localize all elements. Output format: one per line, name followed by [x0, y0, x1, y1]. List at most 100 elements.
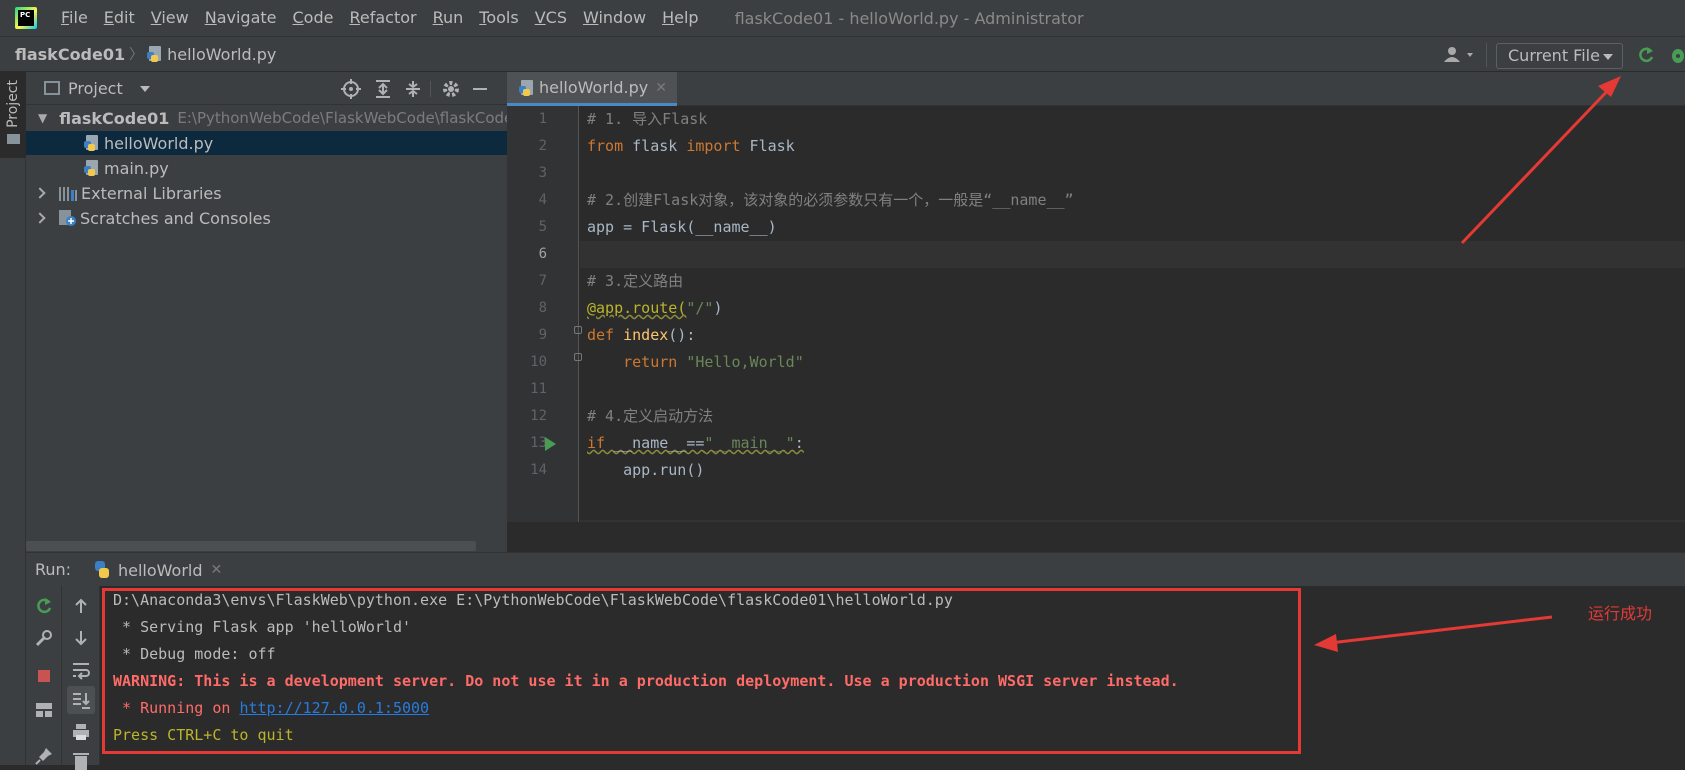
scroll-to-end-icon[interactable] [71, 690, 91, 710]
chevron-right-icon[interactable] [34, 187, 46, 199]
editor-tab-helloworld[interactable]: helloWorld.py ✕ [507, 72, 677, 106]
code-line-12: # 4.定义启动方法 [587, 407, 714, 425]
menu-run[interactable]: Run [425, 0, 472, 36]
close-icon[interactable]: ✕ [211, 562, 223, 578]
tree-file-label: main.py [104, 158, 169, 178]
code-token: __name__== [605, 434, 705, 452]
menu-navigate[interactable]: Navigate [197, 0, 285, 36]
navigation-bar: flaskCode01 〉 helloWorld.py Current File [0, 36, 1685, 72]
breadcrumb-project[interactable]: flaskCode01 [15, 45, 125, 64]
project-view-icon [44, 81, 60, 95]
expand-all-icon[interactable] [373, 79, 393, 99]
horizontal-scrollbar[interactable] [26, 541, 476, 551]
rerun-icon[interactable] [34, 596, 54, 616]
project-panel: Project ▼ flaskCode01 E:\PythonWebCode\F… [26, 72, 507, 552]
title-bar: PC File Edit View Navigate Code Refactor… [0, 0, 1685, 36]
run-configuration-select[interactable]: Current File [1496, 43, 1623, 69]
menu-vcs[interactable]: VCS [527, 0, 575, 36]
chevron-down-icon [1603, 54, 1613, 60]
run-tab-label: helloWorld [118, 560, 203, 580]
tree-row-main[interactable]: main.py [26, 156, 507, 180]
locate-target-icon[interactable] [341, 79, 361, 99]
chevron-right-icon[interactable] [34, 212, 46, 224]
run-tool-header: Run: helloWorld ✕ [26, 552, 1685, 586]
arrow-down-icon[interactable] [71, 628, 91, 648]
gear-icon[interactable] [441, 79, 461, 99]
project-panel-title[interactable]: Project [68, 79, 123, 98]
code-token: if [587, 434, 606, 452]
chevron-down-icon[interactable]: ▼ [38, 111, 47, 125]
trash-icon[interactable] [71, 750, 91, 770]
code-line-13: if __name__=="__main__": [587, 430, 804, 457]
tree-row-scratches[interactable]: Scratches and Consoles [26, 206, 507, 230]
minimize-icon[interactable] [473, 88, 487, 90]
tree-row-helloworld[interactable]: helloWorld.py [26, 131, 507, 155]
menu-edit[interactable]: Edit [96, 0, 143, 36]
debug-bug-icon[interactable] [1668, 45, 1685, 65]
scratches-icon [59, 210, 76, 226]
code-line-4: # 2.创建Flask对象，该对象的必须参数只有一个，一般是“__name__” [587, 191, 1074, 209]
python-file-icon [84, 135, 99, 151]
code-area[interactable]: # 1. 导入Flask from flask import Flask # 2… [507, 106, 1685, 522]
run-tab-helloworld[interactable]: helloWorld ✕ [92, 555, 252, 585]
run-toolbar-secondary [62, 586, 100, 770]
user-account-icon[interactable] [1443, 46, 1477, 64]
python-file-icon [519, 79, 534, 96]
tree-row-external-libraries[interactable]: External Libraries [26, 181, 507, 205]
arrow-up-icon[interactable] [71, 596, 91, 616]
menu-refactor[interactable]: Refactor [341, 0, 424, 36]
code-token: (): [668, 326, 696, 344]
run-configuration-label: Current File [1508, 46, 1600, 65]
annotation-text: 运行成功 [1588, 604, 1653, 623]
menu-view[interactable]: View [143, 0, 197, 36]
code-token: ) [713, 299, 723, 317]
pin-icon[interactable] [34, 746, 54, 766]
chevron-down-icon[interactable] [140, 86, 150, 92]
run-label: Run: [35, 560, 72, 579]
toolbar-divider [1486, 43, 1487, 67]
menu-help[interactable]: Help [654, 0, 706, 36]
tree-row-root[interactable]: ▼ flaskCode01 E:\PythonWebCode\FlaskWebC… [26, 106, 507, 130]
annotation-highlight-box [102, 588, 1301, 754]
code-token: "/" [686, 299, 714, 317]
code-token: return [587, 353, 687, 371]
tree-scratches-label: Scratches and Consoles [80, 208, 271, 228]
code-token: : [794, 434, 804, 452]
menu-window[interactable]: Window [575, 0, 654, 36]
wrench-icon[interactable] [34, 628, 54, 648]
stop-icon[interactable] [38, 670, 50, 682]
code-line-8: @app.route("/") [587, 295, 722, 322]
menu-file[interactable]: File [53, 0, 96, 36]
project-tool-tab[interactable]: Project [0, 72, 26, 158]
tree-file-label: helloWorld.py [104, 133, 214, 153]
code-token: "Hello,World" [686, 353, 804, 371]
layout-icon[interactable] [34, 700, 54, 720]
code-token: def [587, 326, 615, 344]
editor-tab-bar: helloWorld.py ✕ [507, 72, 1685, 106]
logo-text: PC [18, 10, 34, 26]
code-line-10: return "Hello,World" [587, 349, 804, 376]
breadcrumb-separator-icon: 〉 [129, 47, 144, 63]
editor-tab-label: helloWorld.py [539, 78, 649, 97]
breadcrumb-file[interactable]: helloWorld.py [147, 45, 276, 64]
code-token: Flask [740, 137, 795, 155]
python-file-icon [147, 46, 162, 62]
project-panel-header: Project [26, 72, 507, 105]
close-icon[interactable]: ✕ [655, 80, 667, 96]
run-toolbar-primary [26, 586, 62, 765]
python-icon [95, 561, 109, 578]
print-icon[interactable] [71, 722, 91, 742]
project-root-path: E:\PythonWebCode\FlaskWebCode\flaskCode [177, 109, 507, 127]
collapse-all-icon[interactable] [403, 79, 423, 99]
folder-icon [7, 134, 20, 144]
code-line-14: app.run() [587, 461, 705, 479]
code-line-2: from flask import Flask [587, 133, 795, 160]
soft-wrap-icon[interactable] [71, 660, 91, 680]
code-token: flask [623, 137, 687, 155]
code-token: index [614, 326, 669, 344]
breadcrumb-file-label: helloWorld.py [167, 44, 277, 64]
code-line-5: app = Flask(__name__) [587, 218, 777, 236]
rerun-icon[interactable] [1636, 45, 1656, 65]
menu-code[interactable]: Code [285, 0, 342, 36]
menu-tools[interactable]: Tools [471, 0, 526, 36]
